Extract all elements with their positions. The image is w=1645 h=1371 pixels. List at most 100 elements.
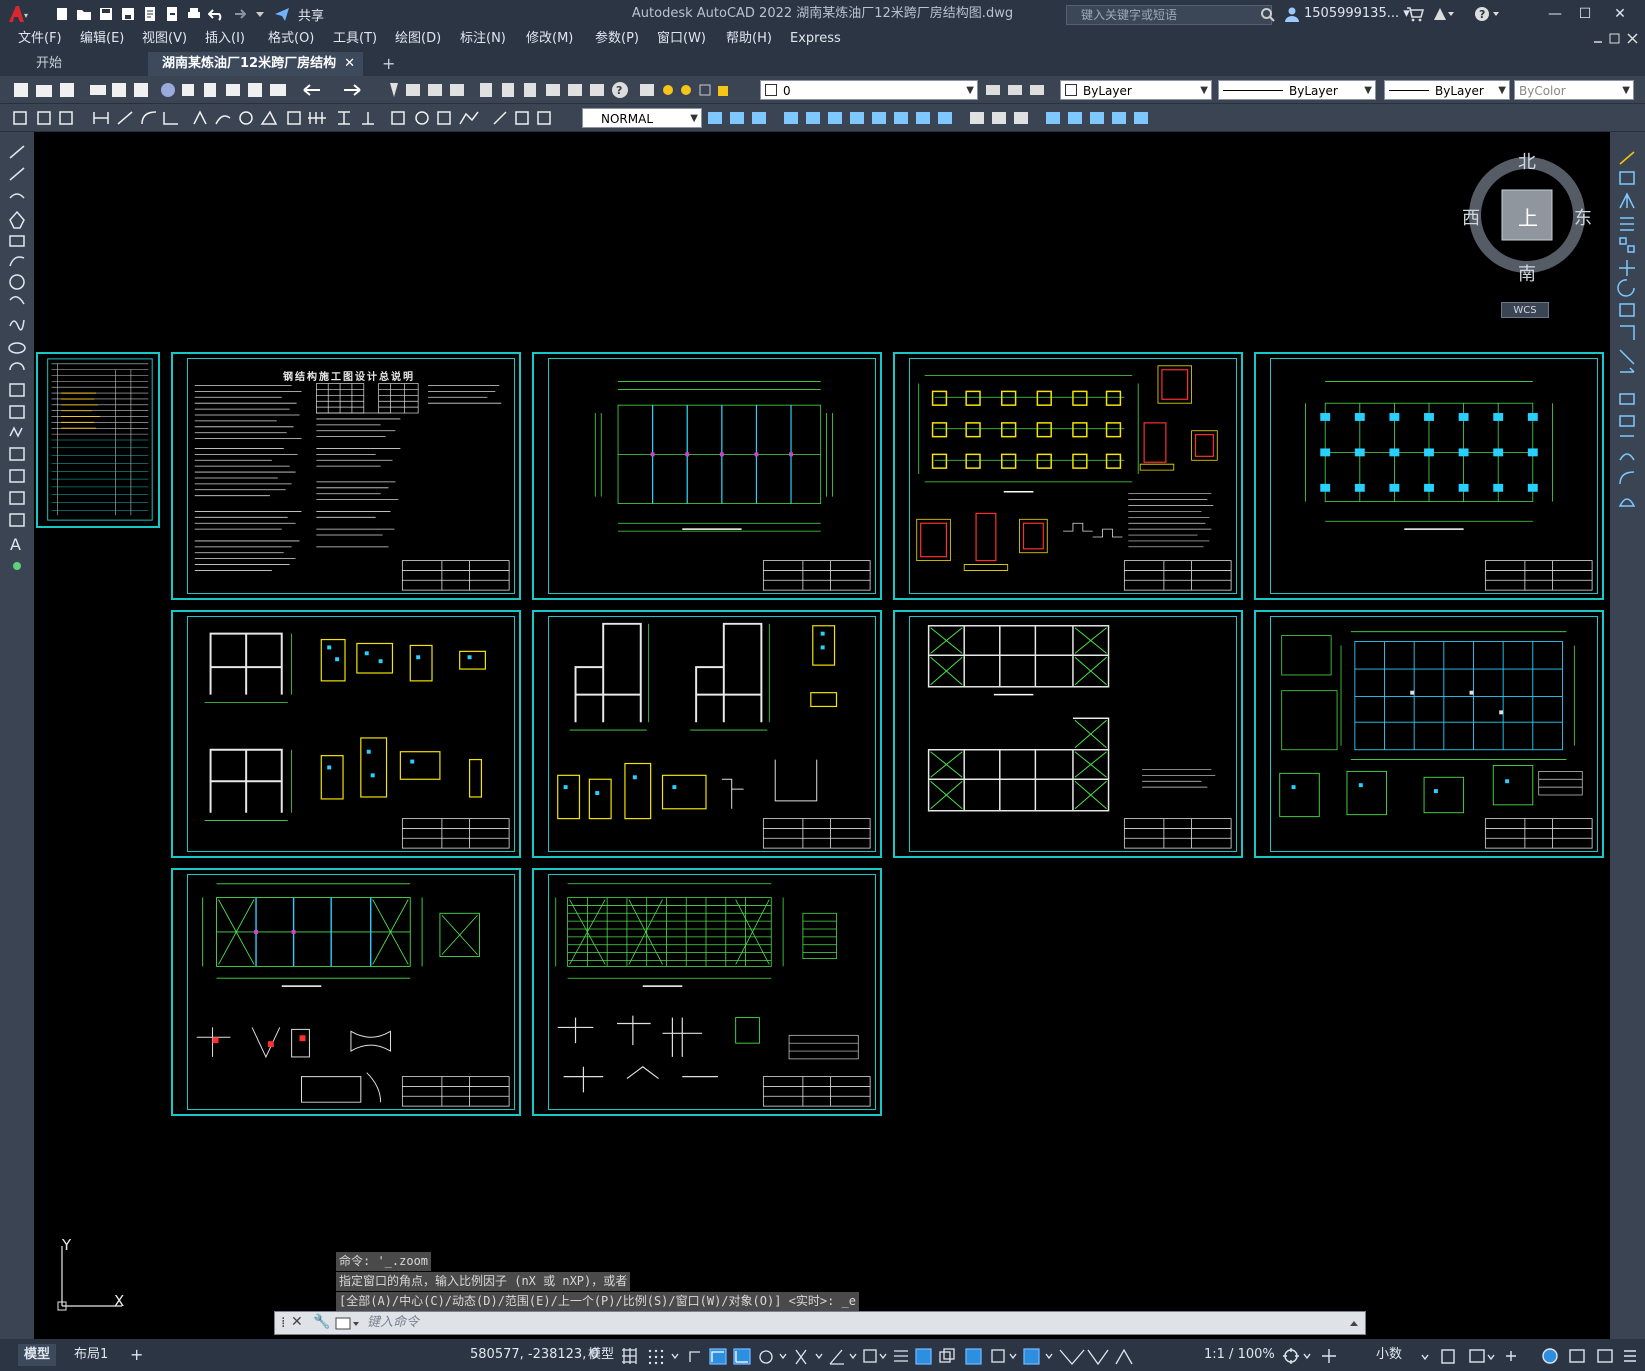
menu-format[interactable]: 格式(O) [268,28,314,50]
compass-west[interactable]: 西 [1462,204,1480,230]
sheet-general-notes[interactable]: 钢结构施工图设计总说明 [171,352,521,600]
user-icon[interactable] [1284,6,1300,22]
save-icon[interactable] [96,4,116,24]
publish-icon[interactable] [140,4,160,24]
menu-help[interactable]: 帮助(H) [726,28,772,50]
dimstyle-dropdown[interactable]: NORMAL ▼ [582,108,702,128]
drafting-aids-icons[interactable] [620,1346,1220,1366]
modify-toolbar-icons[interactable] [706,109,1206,127]
workspace-icons[interactable] [1282,1347,1372,1365]
sheet-roof-bracing-plan[interactable] [171,868,521,1116]
menu-dimension[interactable]: 标注(N) [460,28,506,50]
autocad-window: ▾ 共享 Autodesk AutoCAD 2022 湖南某炼油厂12米跨厂房结… [0,0,1645,1371]
minimize-button[interactable]: — [1540,0,1570,28]
viewcube-face-top[interactable]: 上 [1518,202,1538,231]
command-history-line-3: [全部(A)/中心(C)/动态(D)/范围(E)/上一个(P)/比例(S)/窗口… [336,1292,859,1311]
sheet-column-layout-plan[interactable] [532,352,882,600]
plot-icon[interactable] [184,4,204,24]
command-grip-icon[interactable]: ⁞ [281,1315,285,1331]
tab-model[interactable]: 模型 [18,1344,57,1366]
layer-value: 0 [783,84,791,98]
frame-elevation-2 [557,622,871,849]
add-layout-button[interactable]: + [124,1344,149,1366]
help-icon[interactable]: ? [1474,6,1502,22]
svg-text:?: ? [1479,8,1485,21]
dimension-toolbar-icons[interactable] [8,109,578,127]
roof-framing-plan [1279,631,1593,849]
save-as-icon[interactable] [118,4,138,24]
sheet-frame-elevation-1[interactable] [171,610,521,858]
annotation-scale[interactable]: 1:1 / 100% [1198,1344,1281,1366]
notes-text-block [194,383,510,591]
export-icon[interactable] [162,4,182,24]
menu-modify[interactable]: 修改(M) [526,28,573,50]
layer-tools-icons[interactable] [984,82,1054,98]
layer-state-icons[interactable] [660,82,738,98]
dimstyle-value: NORMAL [601,112,654,126]
menu-parametric[interactable]: 参数(P) [595,28,639,50]
menu-express[interactable]: Express [790,28,841,50]
search-icon[interactable] [1260,7,1276,23]
status-right-icons[interactable] [1420,1347,1640,1365]
cart-icon[interactable] [1406,6,1424,22]
draw-tool-icons[interactable]: A [0,140,34,600]
model-space-canvas[interactable]: 钢结构施工图设计总说明 北 南 东 西 上 WCS Y X 命令: '_.zoo… [34,132,1610,1339]
sheet-purlin-layout[interactable] [532,868,882,1116]
menu-draw[interactable]: 绘图(D) [395,28,441,50]
autodesk-account-icon[interactable] [1432,6,1456,22]
menu-insert[interactable]: 插入(I) [205,28,245,50]
sheet-drawing-index[interactable] [36,352,160,528]
lineweight-dropdown[interactable]: ByLayer ▼ [1384,80,1510,100]
coordinates-readout[interactable]: 580577, -238123, 0 [470,1344,599,1366]
menu-window[interactable]: 窗口(W) [657,28,706,50]
chevron-up-icon[interactable] [1349,1318,1359,1328]
doc-window-controls-icon[interactable] [1592,32,1640,46]
open-icon[interactable] [74,4,94,24]
layer-dropdown[interactable]: 0 ▼ [760,80,978,100]
wcs-menu[interactable]: WCS [1501,302,1549,318]
chevron-down-icon: ▼ [690,113,698,124]
menu-view[interactable]: 视图(V) [142,28,187,50]
user-name[interactable]: 1505999135... ▾ [1304,0,1410,28]
sheet-foundation-plan[interactable] [893,352,1243,600]
share-icon[interactable] [272,4,292,24]
search-input[interactable]: 键入关键字或短语 [1066,5,1272,25]
menu-file[interactable]: 文件(F) [18,28,62,50]
menu-edit[interactable]: 编辑(E) [80,28,124,50]
tab-drawing[interactable]: 湖南某炼油厂12米跨厂房结构图* ✕ [148,52,363,95]
viewcube[interactable]: 北 南 东 西 上 [1462,148,1592,285]
standard-toolbar-icons[interactable]: ? [8,81,668,99]
recent-commands-icon[interactable] [335,1317,361,1331]
units-dropdown[interactable]: 小数 [1370,1344,1408,1366]
color-dropdown[interactable]: ByLayer ▼ [1060,80,1212,100]
compass-south[interactable]: 南 [1518,260,1536,286]
customize-dropdown-icon[interactable] [250,4,270,24]
file-tab-bar: 开始 湖南某炼油厂12米跨厂房结构图* ✕ + [0,50,1645,95]
modify-tool-icons[interactable] [1610,146,1645,546]
plotstyle-dropdown[interactable]: ByColor ▼ [1514,80,1634,100]
close-command-icon[interactable]: ✕ [291,1314,303,1330]
sheet-roof-framing[interactable] [1254,610,1604,858]
compass-east[interactable]: 东 [1574,204,1592,230]
tab-start[interactable]: 开始 [22,52,147,76]
close-button[interactable]: ✕ [1605,0,1635,28]
compass-north[interactable]: 北 [1518,148,1536,174]
share-label[interactable]: 共享 [298,5,324,24]
command-input[interactable]: 键入命令 [367,1312,419,1334]
app-menu-button[interactable]: ▾ [6,4,28,24]
new-tab-button[interactable]: + [368,52,398,76]
sheet-anchor-bolt-plan[interactable] [1254,352,1604,600]
sheet-frame-elevation-2[interactable] [532,610,882,858]
sheet-bracing-elevation[interactable] [893,610,1243,858]
model-space-toggle[interactable]: 模型 [582,1344,620,1366]
new-icon[interactable] [52,4,72,24]
redo-icon[interactable] [228,4,248,24]
command-line[interactable]: ⁞ ✕ 🔧 键入命令 [274,1311,1366,1335]
undo-icon[interactable] [206,4,226,24]
maximize-button[interactable]: ☐ [1570,0,1600,28]
linetype-dropdown[interactable]: ByLayer ▼ [1218,80,1376,100]
menu-tools[interactable]: 工具(T) [333,28,377,50]
close-tab-icon[interactable]: ✕ [344,52,355,76]
tab-layout1[interactable]: 布局1 [68,1344,114,1366]
customize-command-icon[interactable]: 🔧 [313,1314,330,1330]
